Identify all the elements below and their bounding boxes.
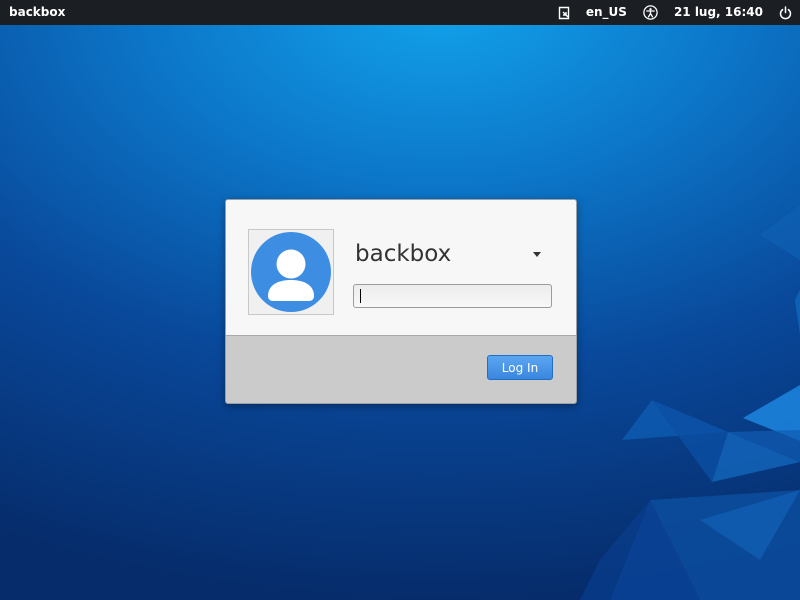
login-dialog-user-area: backbox	[226, 200, 576, 336]
text-caret	[360, 289, 361, 303]
clock-label: 21 lug, 16:40	[673, 5, 763, 19]
username-label: backbox	[355, 241, 452, 267]
panel-indicators: en_US 21 lug, 16:40	[550, 0, 800, 25]
desktop-background: backbox en_US 21 lug, 16:40 backbox Log …	[0, 0, 800, 600]
session-indicator[interactable]	[550, 0, 578, 25]
hostname-label: backbox	[9, 5, 66, 19]
keyboard-layout-label: en_US	[585, 5, 627, 19]
avatar	[248, 229, 334, 315]
clock-indicator[interactable]: 21 lug, 16:40	[666, 0, 771, 25]
login-dialog: backbox Log In	[225, 199, 577, 404]
accessibility-icon	[643, 5, 658, 20]
top-panel: backbox en_US 21 lug, 16:40	[0, 0, 800, 25]
power-indicator[interactable]	[771, 0, 800, 25]
power-icon	[779, 5, 792, 20]
user-selector[interactable]: backbox	[355, 238, 545, 270]
user-avatar-icon	[251, 232, 331, 312]
chevron-down-icon[interactable]	[533, 251, 541, 257]
login-button[interactable]: Log In	[487, 355, 553, 380]
session-icon	[558, 6, 570, 20]
keyboard-layout-indicator[interactable]: en_US	[578, 0, 635, 25]
password-input[interactable]	[353, 284, 552, 308]
accessibility-indicator[interactable]	[635, 0, 666, 25]
